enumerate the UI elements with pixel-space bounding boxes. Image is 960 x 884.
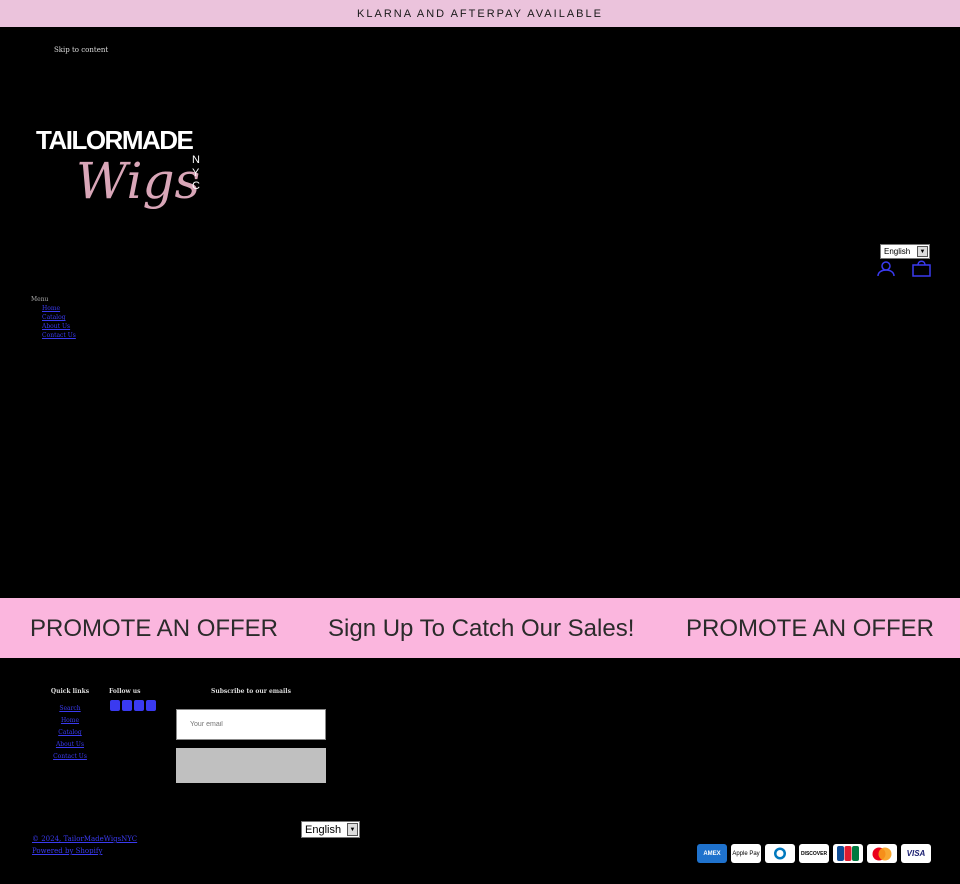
subscribe-button[interactable]: [176, 748, 326, 783]
chevron-down-icon: ▼: [917, 246, 928, 257]
footer-link-about-us[interactable]: About Us: [56, 741, 84, 748]
footer-copyright: © 2024, TailorMadeWigsNYC Powered by Sho…: [32, 833, 137, 857]
promo-text: PROMOTE AN OFFER: [686, 615, 935, 642]
store-logo[interactable]: TAILORMADE Wigs N Y C: [36, 110, 208, 222]
apple-pay-icon: Apple Pay: [731, 844, 761, 863]
footer-link-home[interactable]: Home: [61, 717, 79, 724]
payment-icons: AMEX Apple Pay DISCOVER VISA: [697, 844, 931, 863]
language-value: English: [884, 247, 911, 256]
discover-icon: DISCOVER: [799, 844, 829, 863]
logo-text-wigs: Wigs: [76, 152, 200, 210]
tiktok-icon[interactable]: [134, 700, 144, 711]
visa-icon: VISA: [901, 844, 931, 863]
footer-social: Follow us: [109, 688, 141, 695]
newsletter-email-input[interactable]: [176, 709, 326, 740]
nav-item-home[interactable]: Home: [42, 305, 60, 312]
promo-text: Sign Up To Catch Our Sales!: [328, 615, 635, 642]
amex-icon: AMEX: [697, 844, 727, 863]
mastercard-icon: [867, 844, 897, 863]
promo-text: PROMOTE AN OFFER: [30, 615, 279, 642]
instagram-icon[interactable]: [122, 700, 132, 711]
logo-text-nyc-n: N: [192, 154, 200, 166]
nav-item-about-us[interactable]: About Us: [42, 323, 70, 330]
footer-link-contact-us[interactable]: Contact Us: [53, 753, 87, 760]
newsletter-heading: Subscribe to our emails: [211, 688, 291, 695]
jcb-icon: [833, 844, 863, 863]
chevron-down-icon: ▼: [347, 823, 358, 836]
nav-heading: Menu: [31, 296, 49, 303]
nav-item-catalog[interactable]: Catalog: [42, 314, 66, 321]
footer-social-heading: Follow us: [109, 688, 141, 695]
announcement-text: KLARNA AND AFTERPAY AVAILABLE: [357, 7, 603, 20]
footer-language-selector[interactable]: English ▼: [301, 821, 360, 838]
logo-text-nyc-y: Y: [192, 167, 200, 179]
logo-text-nyc-c: C: [192, 180, 200, 192]
skip-to-content-link[interactable]: Skip to content: [54, 46, 108, 54]
nav-item-contact-us[interactable]: Contact Us: [42, 332, 76, 339]
diners-club-icon: [765, 844, 795, 863]
language-selector[interactable]: English ▼: [880, 244, 930, 259]
facebook-icon[interactable]: [110, 700, 120, 711]
footer-link-catalog[interactable]: Catalog: [58, 729, 82, 736]
bag-icon[interactable]: [912, 259, 931, 277]
footer-newsletter: Subscribe to our emails: [176, 688, 326, 695]
youtube-icon[interactable]: [146, 700, 156, 711]
footer-link-search[interactable]: Search: [59, 705, 80, 712]
user-icon[interactable]: [877, 261, 895, 277]
scrolling-promo-bar: PROMOTE AN OFFER Sign Up To Catch Our Sa…: [0, 598, 960, 658]
footer-links-heading: Quick links: [50, 688, 90, 695]
social-icons: [110, 700, 156, 711]
logo-text-tailormade: TAILORMADE: [36, 125, 194, 155]
footer-quick-links: Quick links Search Home Catalog About Us…: [48, 688, 92, 763]
footer-language-value: English: [305, 823, 342, 836]
announcement-bar: KLARNA AND AFTERPAY AVAILABLE: [0, 0, 960, 27]
powered-by-link[interactable]: Powered by Shopify: [32, 847, 102, 855]
copyright-link[interactable]: © 2024, TailorMadeWigsNYC: [32, 835, 137, 843]
main-navigation: Menu Home Catalog About Us Contact Us: [31, 295, 76, 340]
